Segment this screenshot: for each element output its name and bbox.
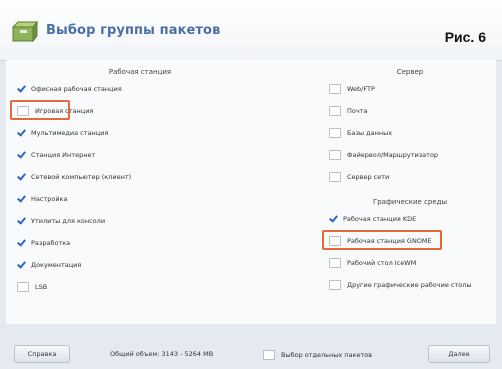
highlight-frame xyxy=(322,230,442,250)
checkmark-icon[interactable] xyxy=(16,216,26,226)
checkbox-box[interactable] xyxy=(329,172,341,182)
checkbox-label: Сервер сети xyxy=(347,173,390,181)
checkbox-label: Офисная рабочая станция xyxy=(31,85,122,93)
individual-packages-checkbox[interactable]: Выбор отдельных пакетов xyxy=(262,349,372,361)
checkbox-item[interactable]: Сервер сети xyxy=(328,170,389,184)
checkbox-item[interactable]: Рабочий стол IceWM xyxy=(328,256,416,270)
checkbox-item[interactable]: Другие графические рабочие столы xyxy=(328,278,472,292)
window-title: Выбор группы пакетов xyxy=(46,23,221,38)
checkmark-icon[interactable] xyxy=(16,128,26,138)
checkbox-label: Документация xyxy=(31,261,82,269)
checkbox-item[interactable]: Web/FTP xyxy=(328,82,375,96)
checkbox-box[interactable] xyxy=(329,280,341,290)
checkbox-label: Почта xyxy=(347,107,368,115)
highlight-frame xyxy=(10,100,70,120)
checkbox-item[interactable]: Рабочая станция KDE xyxy=(328,212,416,226)
checkbox-item[interactable]: Документация xyxy=(16,258,81,272)
checkbox-item[interactable]: Офисная рабочая станция xyxy=(16,82,122,96)
checkmark-icon[interactable] xyxy=(16,150,26,160)
checkbox-box[interactable] xyxy=(329,258,341,268)
checkbox-item[interactable]: Утилиты для консоли xyxy=(16,214,105,228)
checkmark-icon[interactable] xyxy=(16,238,26,248)
individual-packages-label: Выбор отдельных пакетов xyxy=(281,351,373,359)
checkbox-label: Другие графические рабочие столы xyxy=(347,281,472,289)
checkmark-icon[interactable] xyxy=(16,260,26,270)
checkbox-label: Станция Интернет xyxy=(31,151,96,159)
checkbox-item[interactable]: Настройка xyxy=(16,192,67,206)
checkbox-label: Разработка xyxy=(31,239,71,247)
checkmark-icon[interactable] xyxy=(16,84,26,94)
checkbox-item[interactable]: Базы данных xyxy=(328,126,392,140)
help-button[interactable]: Справка xyxy=(14,345,70,363)
package-box-icon xyxy=(12,20,38,42)
checkbox-label: Мультимедиа станция xyxy=(31,129,109,137)
total-size-label: Общий объем: 3143 - 5264 MB xyxy=(110,350,214,358)
checkmark-icon[interactable] xyxy=(16,172,26,182)
checkbox-box[interactable] xyxy=(329,150,341,160)
next-button[interactable]: Далее xyxy=(428,345,490,363)
graphics-section-title: Графические среды xyxy=(372,198,448,206)
checkbox-box[interactable] xyxy=(263,350,275,360)
checkbox-item[interactable]: Разработка xyxy=(16,236,70,250)
checkmark-icon[interactable] xyxy=(16,194,26,204)
checkbox-box[interactable] xyxy=(329,84,341,94)
checkbox-label: Сетевой компьютер (клиент) xyxy=(31,173,132,181)
server-section-title: Сервер xyxy=(396,68,424,76)
checkbox-label: LSB xyxy=(35,283,48,291)
workstation-section-title: Рабочая станция xyxy=(108,68,172,76)
checkbox-label: Web/FTP xyxy=(347,85,375,93)
checkbox-item[interactable]: Файервол/Маршрутизатор xyxy=(328,148,438,162)
checkbox-label: Файервол/Маршрутизатор xyxy=(347,151,439,159)
checkbox-box[interactable] xyxy=(329,106,341,116)
checkbox-label: Настройка xyxy=(31,195,68,203)
checkbox-item[interactable]: Почта xyxy=(328,104,367,118)
checkbox-label: Утилиты для консоли xyxy=(31,217,106,225)
checkbox-box[interactable] xyxy=(329,128,341,138)
figure-label: Рис. 6 xyxy=(444,29,486,45)
checkbox-item[interactable]: Мультимедиа станция xyxy=(16,126,108,140)
checkbox-box[interactable] xyxy=(17,282,29,292)
checkbox-label: Базы данных xyxy=(347,129,393,137)
checkbox-item[interactable]: LSB xyxy=(16,280,47,294)
checkbox-item[interactable]: Станция Интернет xyxy=(16,148,95,162)
checkbox-label: Рабочая станция KDE xyxy=(343,215,417,223)
checkmark-icon[interactable] xyxy=(328,214,338,224)
checkbox-label: Рабочий стол IceWM xyxy=(347,259,417,267)
header: Выбор группы пакетов xyxy=(0,0,502,61)
checkbox-item[interactable]: Сетевой компьютер (клиент) xyxy=(16,170,131,184)
